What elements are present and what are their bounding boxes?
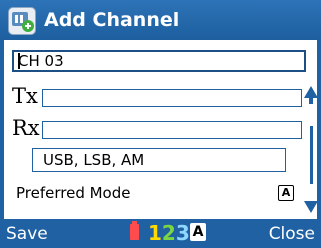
rx-label: Rx [12,116,40,140]
input-mode-digit: 3 [175,221,190,245]
channel-name-field[interactable] [12,50,306,72]
input-mode-indicator: 123 [148,221,190,245]
preferred-mode-label[interactable]: Preferred Mode [16,181,131,205]
modes-field[interactable]: USB, LSB, AM [32,148,286,172]
softkey-bar: Save 123 A Close [0,219,321,248]
tx-input[interactable] [42,89,302,107]
key-hint-badge: A [278,185,294,201]
battery-icon [130,221,139,240]
input-mode-digit: 2 [161,221,176,245]
scroll-up-arrow-icon[interactable] [302,84,320,104]
rx-input[interactable] [42,121,302,139]
window-title: Add Channel [44,9,180,31]
title-bar: Add Channel [0,0,321,40]
form-panel: Tx Rx USB, LSB, AM Preferred Mode A [0,40,321,219]
channel-name-input[interactable] [17,52,298,70]
radio-channel-icon [8,7,36,35]
close-softkey[interactable]: Close [269,222,315,246]
tx-label: Tx [12,84,38,108]
case-indicator: A [190,223,206,241]
save-softkey[interactable]: Save [6,222,48,246]
input-mode-digit: 1 [148,221,162,245]
scrollbar-track[interactable] [310,126,313,184]
scroll-down-arrow-icon[interactable] [302,197,320,215]
